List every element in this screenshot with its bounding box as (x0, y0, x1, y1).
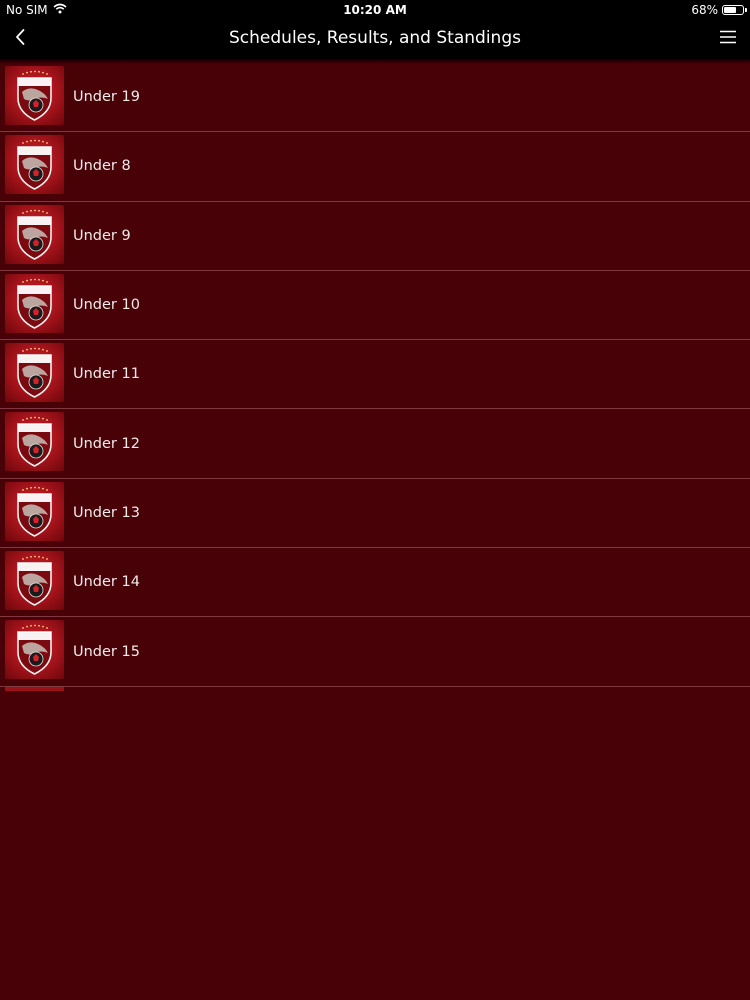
hamburger-menu-icon (719, 29, 737, 48)
menu-button[interactable] (706, 20, 750, 56)
team-label: Under 19 (73, 89, 140, 106)
carrier-label: No SIM (6, 3, 48, 17)
wifi-icon (53, 0, 67, 20)
fc-pride-crest-logo (5, 620, 64, 680)
team-label: Under 10 (73, 297, 140, 314)
team-row[interactable]: Under 19 (0, 63, 750, 133)
team-label: Under 8 (73, 158, 131, 175)
fc-pride-crest-logo (5, 412, 64, 472)
status-bar: No SIM 10:20 AM 68% (0, 0, 750, 20)
page-title: Schedules, Results, and Standings (229, 28, 521, 48)
status-right: 68% (691, 0, 747, 20)
status-left: No SIM (6, 0, 67, 20)
team-row[interactable]: Under 11 (0, 340, 750, 410)
navigation-bar: Schedules, Results, and Standings (0, 20, 750, 60)
fc-pride-crest-logo (5, 135, 64, 195)
battery-level-fill (724, 7, 736, 13)
back-button[interactable] (0, 20, 40, 58)
team-label: Under 11 (73, 366, 140, 383)
fc-pride-crest-logo (5, 343, 64, 403)
team-row[interactable]: Under 13 (0, 479, 750, 549)
chevron-left-icon (14, 28, 26, 50)
fc-pride-crest-logo (5, 551, 64, 611)
team-row[interactable]: Under 8 (0, 132, 750, 202)
status-time: 10:20 AM (343, 3, 407, 17)
team-row[interactable]: Under 12 (0, 409, 750, 479)
battery-icon (722, 5, 747, 15)
team-row-partial[interactable] (0, 686, 750, 691)
team-label: Under 13 (73, 504, 140, 521)
team-label: Under 9 (73, 227, 131, 244)
team-label: Under 12 (73, 435, 140, 452)
fc-pride-crest-logo (5, 273, 64, 333)
fc-pride-crest-logo (5, 481, 64, 541)
team-row[interactable]: Under 15 (0, 617, 750, 687)
team-label: Under 15 (73, 643, 140, 660)
fc-pride-crest-logo (5, 66, 64, 125)
app-screen: No SIM 10:20 AM 68% Schedules, Results, … (0, 0, 750, 1000)
battery-percent: 68% (691, 3, 718, 17)
fc-pride-crest-logo (5, 686, 64, 691)
team-row[interactable]: Under 10 (0, 271, 750, 341)
team-list: Under 19 Under 8 Under 9 Under 10 Under 11 Un… (0, 63, 750, 691)
team-row[interactable]: Under 14 (0, 548, 750, 618)
fc-pride-crest-logo (5, 204, 64, 264)
team-label: Under 14 (73, 574, 140, 591)
team-row[interactable]: Under 9 (0, 202, 750, 271)
